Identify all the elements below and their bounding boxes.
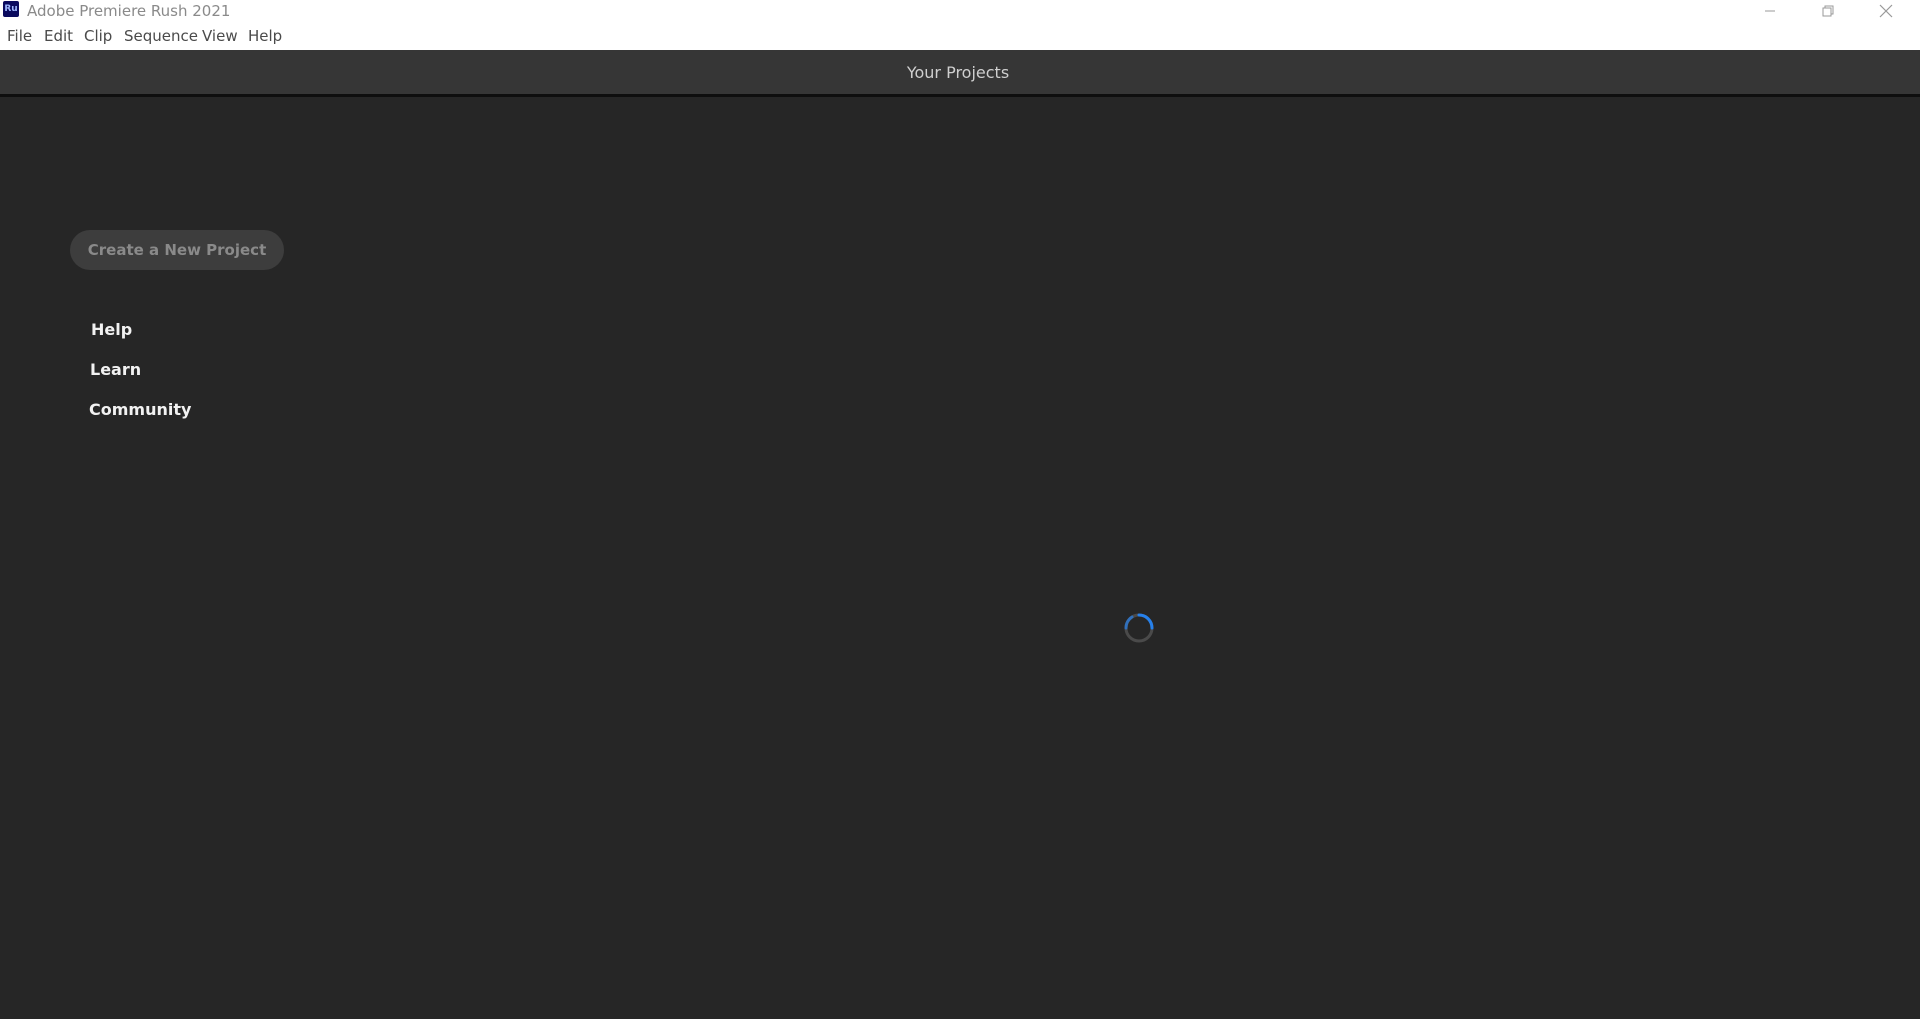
- menu-bar: File Edit Clip Sequence View Help: [0, 22, 1920, 51]
- title-bar: Ru Adobe Premiere Rush 2021: [0, 0, 1920, 22]
- menu-clip[interactable]: Clip: [84, 27, 112, 45]
- projects-header: Your Projects: [0, 50, 1920, 97]
- sidebar-link-community[interactable]: Community: [89, 400, 191, 419]
- menu-sequence[interactable]: Sequence: [124, 27, 198, 45]
- close-icon: [1879, 4, 1893, 18]
- menu-help[interactable]: Help: [248, 27, 282, 45]
- sidebar-link-learn[interactable]: Learn: [90, 360, 141, 379]
- menu-edit[interactable]: Edit: [44, 27, 73, 45]
- create-new-project-button[interactable]: Create a New Project: [70, 230, 284, 270]
- sidebar-link-help[interactable]: Help: [91, 320, 132, 339]
- window-title: Adobe Premiere Rush 2021: [27, 2, 231, 20]
- loading-spinner-icon: [1124, 613, 1154, 643]
- page-title: Your Projects: [906, 63, 1010, 82]
- menu-view[interactable]: View: [202, 27, 238, 45]
- restore-icon: [1822, 5, 1834, 17]
- minimize-icon: [1765, 10, 1775, 12]
- menu-file[interactable]: File: [7, 27, 32, 45]
- app-icon: Ru: [3, 1, 19, 17]
- restore-button[interactable]: [1800, 0, 1856, 22]
- minimize-button[interactable]: [1742, 0, 1798, 22]
- close-button[interactable]: [1858, 0, 1914, 22]
